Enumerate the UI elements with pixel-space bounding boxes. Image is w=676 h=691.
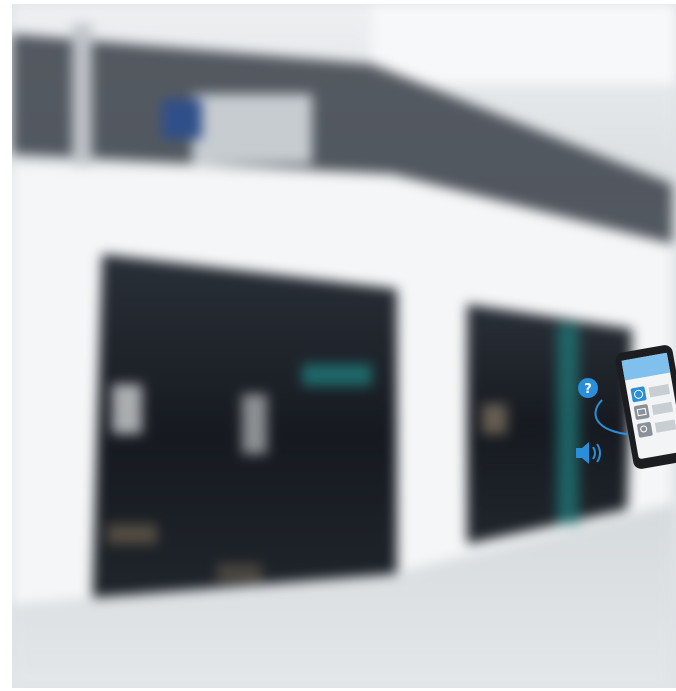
- blurred-mall-photo: ?: [12, 4, 676, 688]
- svg-text:?: ?: [584, 382, 592, 397]
- search-icon: [637, 421, 653, 438]
- speaker-icon: [576, 442, 601, 464]
- globe-icon: [630, 386, 647, 403]
- image-frame: ?: [0, 0, 676, 691]
- question-icon: ?: [578, 378, 598, 398]
- phone-illustration: ?: [572, 330, 676, 480]
- smartphone: [615, 345, 676, 469]
- mail-icon: [633, 404, 650, 420]
